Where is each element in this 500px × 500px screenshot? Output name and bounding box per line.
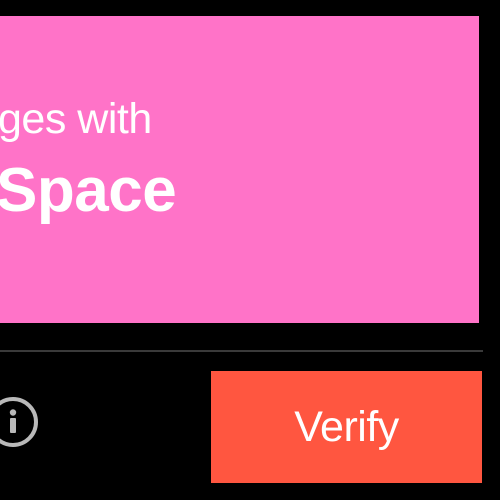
challenge-target-word: Space (0, 156, 177, 225)
info-icon (9, 409, 17, 433)
challenge-panel: ges with Space (0, 16, 479, 323)
challenge-instruction: ges with (0, 95, 152, 143)
verify-button[interactable]: Verify (211, 371, 482, 483)
captcha-widget: ges with Space Verify (0, 0, 500, 500)
divider (0, 350, 483, 352)
info-button[interactable] (0, 397, 38, 447)
